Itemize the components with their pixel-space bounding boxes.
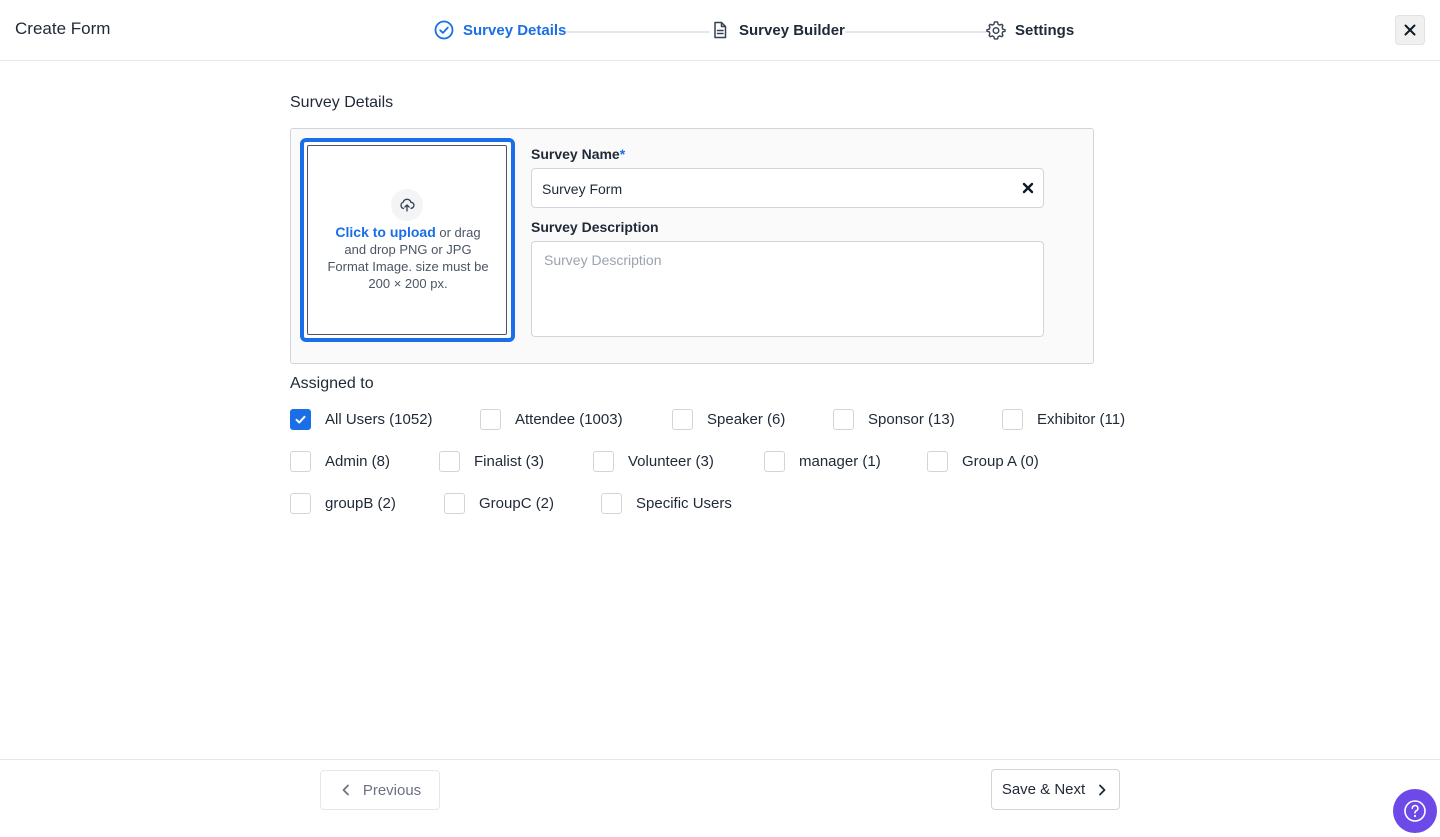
save-and-next-button[interactable]: Save & Next [991, 769, 1120, 810]
clear-input-icon[interactable] [1021, 181, 1035, 195]
assign-option-speaker[interactable]: Speaker (6) [672, 409, 785, 430]
checkbox[interactable] [290, 451, 311, 472]
assign-option-finalist[interactable]: Finalist (3) [439, 451, 544, 472]
assign-option-volunteer[interactable]: Volunteer (3) [593, 451, 714, 472]
chevron-right-icon [1099, 784, 1106, 795]
checkbox-label: Speaker (6) [707, 411, 786, 428]
checkbox[interactable] [444, 493, 465, 514]
stepper-connector-2 [836, 31, 986, 33]
assign-option-sponsor[interactable]: Sponsor (13) [833, 409, 955, 430]
step-label: Settings [1015, 21, 1075, 39]
checkbox[interactable] [290, 409, 311, 430]
step-settings[interactable]: Settings [986, 20, 1075, 40]
checkbox[interactable] [672, 409, 693, 430]
footer-bar [0, 759, 1440, 837]
checkbox-label: Group A (0) [962, 453, 1039, 470]
help-button[interactable] [1393, 789, 1437, 833]
image-upload-dropzone[interactable]: Click to upload or drag and drop PNG or … [307, 145, 507, 335]
checkbox-label: Volunteer (3) [628, 453, 714, 470]
document-icon [714, 21, 727, 39]
survey-description-label: Survey Description [531, 219, 659, 235]
assign-option-group-b[interactable]: groupB (2) [290, 493, 396, 514]
assign-option-group-c[interactable]: GroupC (2) [444, 493, 554, 514]
upload-icon-wrapper [391, 189, 423, 221]
check-circle-icon [434, 20, 454, 40]
previous-label: Previous [362, 781, 422, 799]
close-button[interactable] [1395, 15, 1425, 45]
checkbox[interactable] [833, 409, 854, 430]
checkbox[interactable] [601, 493, 622, 514]
chevron-left-icon [342, 784, 349, 796]
gear-icon [986, 21, 1006, 40]
checkbox[interactable] [593, 451, 614, 472]
stepper-connector-1 [560, 31, 710, 33]
assign-option-admin[interactable]: Admin (8) [290, 451, 390, 472]
section-title-survey-details: Survey Details [290, 94, 394, 111]
save-and-next-label: Save & Next [1001, 781, 1086, 798]
header-bar: Create Form Survey Details Survey Builde… [0, 0, 1440, 61]
checkbox[interactable] [1002, 409, 1023, 430]
checkbox-label: manager (1) [799, 453, 881, 470]
survey-name-field [531, 168, 1044, 208]
assign-option-all-users[interactable]: All Users (1052) [290, 409, 433, 430]
checkbox-label: Finalist (3) [474, 453, 545, 470]
checkbox[interactable] [764, 451, 785, 472]
checkbox-label: Sponsor (13) [868, 411, 955, 428]
checkbox-label: Admin (8) [325, 453, 391, 470]
checkbox-label: Attendee (1003) [515, 411, 623, 428]
required-mark: * [619, 146, 626, 162]
assign-option-group-a[interactable]: Group A (0) [927, 451, 1039, 472]
step-label: Survey Builder [739, 21, 845, 39]
checkbox-label: All Users (1052) [325, 411, 433, 428]
assign-option-specific-users[interactable]: Specific Users [601, 493, 732, 514]
assign-option-manager[interactable]: manager (1) [764, 451, 881, 472]
survey-name-label: Survey Name* [531, 146, 625, 162]
assigned-to-title: Assigned to [290, 375, 374, 392]
checkbox-label: GroupC (2) [479, 495, 555, 512]
assign-option-exhibitor[interactable]: Exhibitor (11) [1002, 409, 1125, 430]
step-survey-details[interactable]: Survey Details [434, 20, 567, 40]
checkbox-label: Specific Users [636, 495, 732, 512]
step-label: Survey Details [463, 21, 567, 39]
checkbox[interactable] [927, 451, 948, 472]
step-survey-builder[interactable]: Survey Builder [710, 20, 845, 40]
help-icon [1404, 800, 1426, 822]
assign-option-attendee[interactable]: Attendee (1003) [480, 409, 623, 430]
checkbox-label: groupB (2) [325, 495, 396, 512]
close-icon [1404, 24, 1416, 36]
upload-cloud-icon [400, 198, 415, 212]
checkbox[interactable] [480, 409, 501, 430]
checkbox[interactable] [439, 451, 460, 472]
survey-name-label-text: Survey Name [531, 146, 620, 162]
checkbox[interactable] [290, 493, 311, 514]
page-title: Create Form [15, 19, 111, 38]
survey-description-input[interactable] [531, 241, 1044, 337]
click-to-upload-link[interactable]: Click to upload [335, 224, 435, 240]
survey-name-input[interactable] [542, 179, 1002, 199]
upload-instructions: Click to upload or drag and drop PNG or … [324, 224, 492, 292]
previous-button[interactable]: Previous [320, 770, 440, 810]
checkbox-label: Exhibitor (11) [1037, 411, 1126, 428]
checkmark-icon [295, 415, 306, 424]
